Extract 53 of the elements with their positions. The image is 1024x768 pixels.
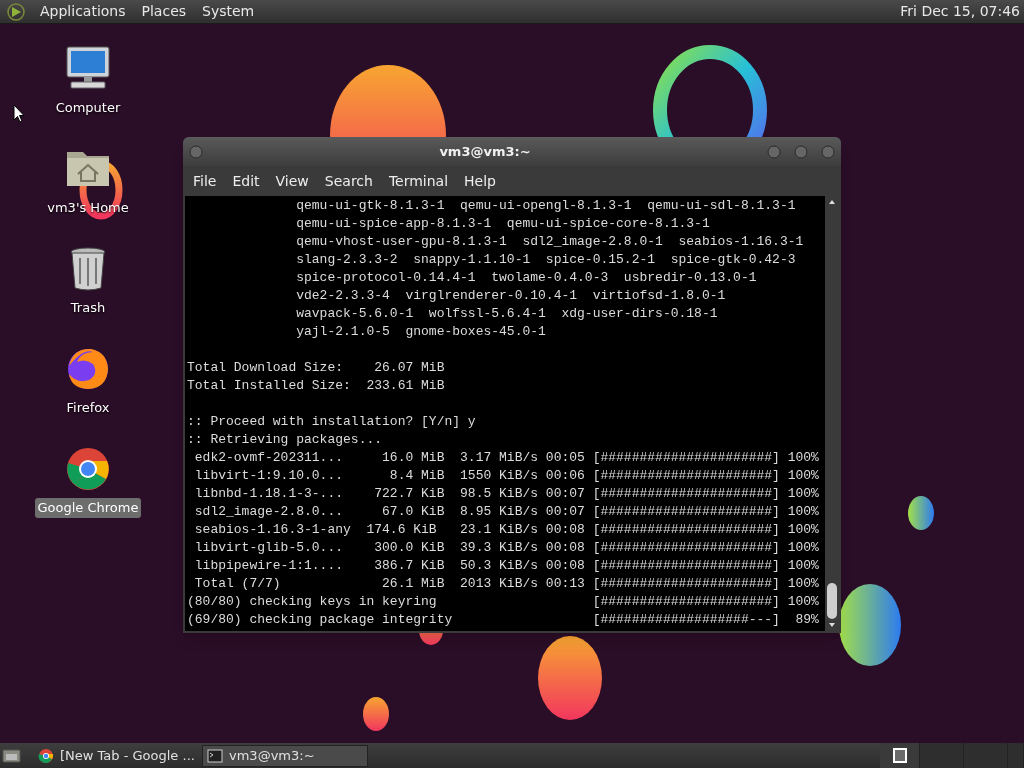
terminal-line: libvirt-glib-5.0... 300.0 KiB 39.3 KiB/s 00:08 [######################] 100% bbox=[193, 539, 820, 557]
icon-label[interactable]: Computer bbox=[55, 98, 121, 118]
icon-label[interactable]: Trash bbox=[70, 298, 106, 318]
terminal-line: spice-protocol-0.14.4-1 twolame-0.4.0-3 usbredir-0.13.0-1 bbox=[295, 269, 758, 287]
terminal-line: libpipewire-1:1.... 386.7 KiB 50.3 KiB/s 00:08 [######################] 100% bbox=[193, 557, 820, 575]
terminal-line: slang-2.3.3-2 snappy-1.1.10-1 spice-0.15.2-1 spice-gtk-0.42-3 bbox=[295, 251, 797, 269]
terminal-line: :: Retrieving packages... bbox=[187, 431, 384, 449]
menu-item[interactable]: Help bbox=[457, 170, 503, 192]
workspace-switcher[interactable] bbox=[880, 743, 1024, 768]
terminal-line: (80/80) checking keys in keyring [######################] 100% bbox=[187, 593, 820, 611]
browser-icon bbox=[38, 747, 54, 764]
menu-item[interactable]: System bbox=[196, 1, 261, 22]
terminal-line: qemu-ui-spice-app-8.1.3-1 qemu-ui-spice-core-8.1.3-1 bbox=[295, 215, 711, 233]
terminal-line: qemu-ui-gtk-8.1.3-1 qemu-ui-opengl-8.1.3-1 qemu-ui-sdl-8.1.3-1 bbox=[295, 197, 797, 215]
minimize-icon bbox=[767, 144, 781, 159]
menu-item[interactable]: Search bbox=[317, 170, 380, 192]
icon-label[interactable]: Google Chrome bbox=[34, 498, 142, 518]
terminal-line: Total Installed Size: 233.61 MiB bbox=[187, 377, 446, 395]
taskbar-button[interactable]: [New Tab - Google ... bbox=[34, 744, 200, 767]
window-menu-icon bbox=[189, 144, 203, 159]
menu-item[interactable]: Edit bbox=[225, 170, 267, 192]
maximize-icon bbox=[794, 144, 808, 159]
window-title: vm3@vm3:~ bbox=[438, 142, 532, 161]
terminal-line: vde2-2.3.3-4 virglrenderer-0.10.4-1 virtiofsd-1.8.0-1 bbox=[295, 287, 727, 305]
terminal-line: seabios-1.16.3-1-any 174.6 KiB 23.1 KiB/s 00:08 [######################] 100% bbox=[193, 521, 820, 539]
menu-item[interactable]: File bbox=[186, 170, 224, 192]
terminal-line: qemu-vhost-user-gpu-8.1.3-1 sdl2_image-2.8.0-1 seabios-1.16.3-1 bbox=[295, 233, 805, 251]
icon-label[interactable]: Firefox bbox=[66, 398, 110, 418]
scroll-up-icon bbox=[827, 198, 837, 206]
scrollbar[interactable] bbox=[825, 196, 839, 631]
menu-item[interactable]: Terminal bbox=[381, 170, 456, 192]
scroll-down-icon bbox=[827, 621, 837, 629]
menu-item[interactable]: View bbox=[268, 170, 316, 192]
terminal-line: :: Proceed with installation? [Y/n] y bbox=[187, 413, 477, 431]
terminal-icon bbox=[207, 747, 223, 764]
scrollbar-thumb[interactable] bbox=[827, 583, 837, 619]
close-icon bbox=[821, 144, 835, 159]
clock: Fri Dec 15, 07:46 bbox=[900, 2, 1020, 21]
terminal-line: Total Download Size: 26.07 MiB bbox=[187, 359, 446, 377]
terminal-line: wavpack-5.6.0-1 wolfssl-5.6.4-1 xdg-user-dirs-0.18-1 bbox=[295, 305, 719, 323]
logo-icon bbox=[6, 1, 26, 22]
terminal-line: Total (7/7) 26.1 MiB 2013 KiB/s 00:13 [######################] 100% bbox=[193, 575, 820, 593]
menu-item[interactable]: Applications bbox=[34, 1, 132, 22]
menu-item[interactable]: Places bbox=[135, 1, 193, 22]
pointer-icon bbox=[13, 104, 25, 124]
window-thumbnail bbox=[892, 748, 907, 763]
terminal-line: sdl2_image-2.8.0... 67.0 KiB 8.95 KiB/s 00:07 [######################] 100% bbox=[193, 503, 820, 521]
terminal-line: (69/80) checking package integrity [###################---] 89% bbox=[187, 611, 820, 629]
terminal-line: libnbd-1.18.1-3-... 722.7 KiB 98.5 KiB/s 00:07 [######################] 100% bbox=[193, 485, 820, 503]
terminal-line: edk2-ovmf-202311... 16.0 MiB 3.17 MiB/s 00:05 [######################] 100% bbox=[193, 449, 820, 467]
terminal-line: yajl-2.1.0-5 gnome-boxes-45.0-1 bbox=[295, 323, 547, 341]
taskbar-button[interactable]: vm3@vm3:~ bbox=[202, 744, 368, 767]
terminal-line: libvirt-1:9.10.0... 8.4 MiB 1550 KiB/s 00:06 [######################] 100% bbox=[193, 467, 820, 485]
